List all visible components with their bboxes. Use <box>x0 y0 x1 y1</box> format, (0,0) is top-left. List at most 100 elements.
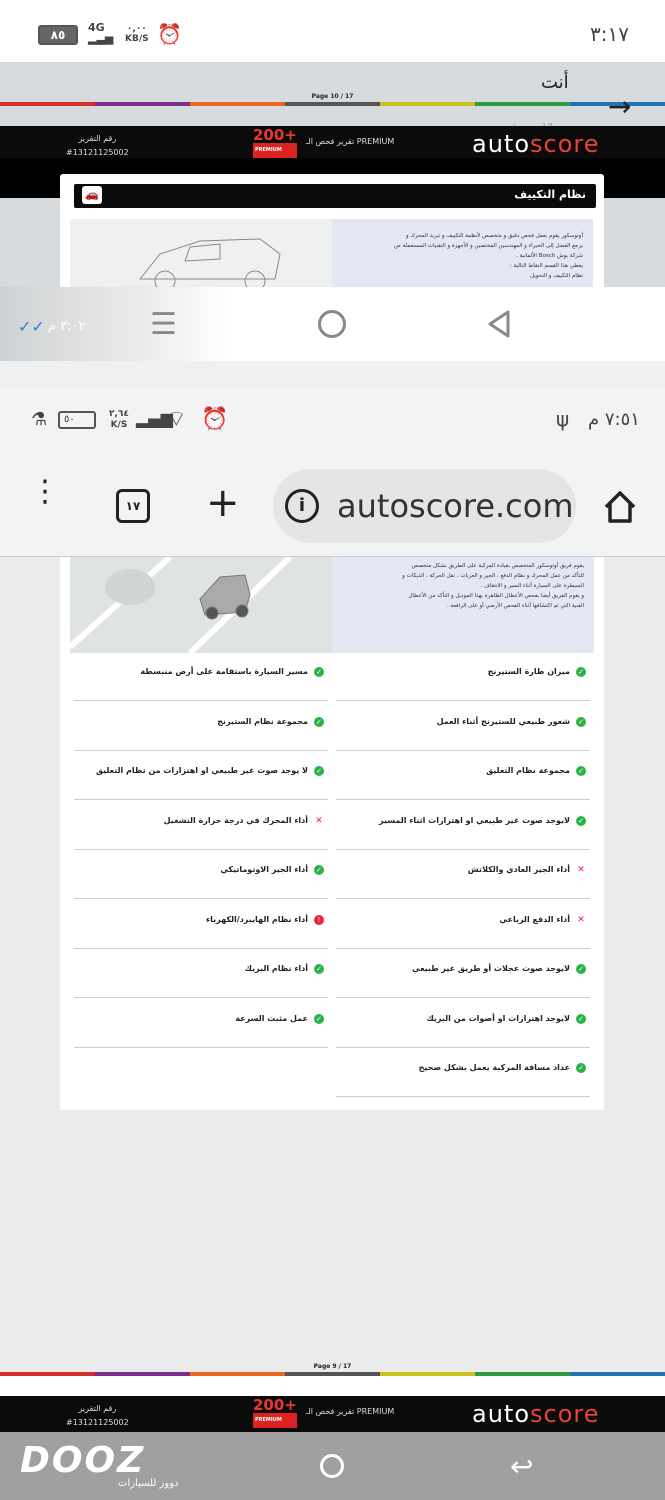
url-text[interactable]: autoscore.com <box>337 487 574 525</box>
inspection-item: ✓ شعور طبيعي للستيرنج أثناء العمل <box>336 703 590 751</box>
car-icon: 🚗 <box>82 186 102 204</box>
home-icon[interactable] <box>320 1454 344 1478</box>
cross-icon: ✕ <box>577 914 585 925</box>
address-bar[interactable]: i autoscore.com <box>273 469 576 543</box>
badge-200: 200+ PREMIUM <box>253 1398 297 1428</box>
color-stripe <box>0 102 665 106</box>
inspection-item-label: أداء المحرك في درجة حرارة التشغيل <box>163 815 308 825</box>
inspection-item-label: أداء الجير الاوتوماتيكي <box>220 865 308 874</box>
data-speed: ٢,٦٤ K/S <box>109 409 129 430</box>
info-icon[interactable]: i <box>285 489 319 523</box>
message-time: ٣:٠٢ م <box>48 319 86 334</box>
check-icon: ✓ <box>314 766 324 776</box>
inspection-item: ✓ ميزان طارة الستيرنج <box>336 653 590 701</box>
inspection-item: ✕ أداء الدفع الرباعي <box>336 901 590 949</box>
inspection-item: ✓ عداد مسافة المركبة يعمل بشكل صحيح <box>336 1049 590 1097</box>
page-footer: Page 9 / 17 autoscore تقرير فحص الـ PREM… <box>0 1363 665 1432</box>
dooz-logo: DOOZ <box>20 1440 146 1481</box>
inspection-item-label: ميزان طارة الستيرنج <box>487 667 570 676</box>
forward-arrow-icon[interactable]: → <box>608 90 631 123</box>
recent-apps-icon[interactable]: ☰ <box>150 307 177 342</box>
inspection-item: ✓ لايوجد صوت غير طبيعي او اهتزازات اثناء … <box>336 802 590 850</box>
battery-icon: ٨٥ <box>38 25 78 45</box>
report-number: رقم التقرير #13121125002 <box>66 1404 129 1427</box>
inspection-item-label: لايوجد اهتزازات او أصوات من البريك <box>426 1013 570 1023</box>
car-illustration <box>70 219 332 287</box>
back-icon[interactable] <box>486 309 512 343</box>
alarm-icon: ⏰ <box>201 407 229 432</box>
inspection-item-label: لا يوجد صوت غير طبيعي او اهتزازات من نظا… <box>95 766 308 775</box>
inspection-item-label: أداء الدفع الرباعي <box>499 914 570 924</box>
more-options-icon[interactable]: ⋮ <box>30 477 60 507</box>
new-tab-icon[interactable]: + <box>206 483 240 523</box>
wifi-icon: ⌔ <box>166 407 187 432</box>
report-header: autoscore تقرير فحص الـ PREMIUM 200+ PREM… <box>0 126 665 158</box>
inspection-item-label: مجموعة نظام التعليق <box>486 766 570 775</box>
cross-icon: ✕ <box>577 865 585 875</box>
system-nav-bar: DOOZ دووز للسيارات ↩ <box>0 1432 665 1500</box>
back-icon[interactable]: ↩ <box>510 1450 533 1483</box>
inspection-item: ! أداء نظام الهايبرد/الكهرباء <box>74 901 328 949</box>
check-icon: ✓ <box>576 964 586 974</box>
brand-logo: autoscore <box>472 1400 600 1428</box>
inspection-item: ✕ أداء الجير العادي والكلاتش <box>336 851 590 899</box>
check-icon: ✓ <box>314 667 324 677</box>
dooz-logo-subtitle: دووز للسيارات <box>118 1478 179 1489</box>
check-icon: ✓ <box>314 716 324 727</box>
battery-icon: ٥٠ <box>58 411 96 429</box>
divider <box>0 361 665 387</box>
lab-icon: ⚗ <box>31 409 48 430</box>
check-icon: ✓ <box>576 667 586 677</box>
premium-label: تقرير فحص الـ PREMIUM <box>306 137 395 146</box>
inspection-item: ✓ لا يوجد صوت غير طبيعي او اهتزازات من نظ… <box>74 752 328 800</box>
shared-screenshot[interactable]: Page 10 / 17 أنت → ١٦ صورة autoscore تقر… <box>0 62 665 287</box>
report-number: رقم التقرير #13121125002 <box>66 134 129 157</box>
color-stripe <box>0 1372 665 1376</box>
status-time: ٧:٥١ م <box>588 409 640 430</box>
inspection-item-label: لايوجد صوت غير طبيعي او اهتزازات اثناء ا… <box>379 815 570 825</box>
status-bar: ٨٥ 4G ▂▃▅ ٠,٠٠ KB/S ⏰ ٣:١٧ <box>0 0 665 62</box>
report-header: autoscore تقرير فحص الـ PREMIUM 200+ PREM… <box>0 1396 665 1432</box>
chat-nav-bar: ✓✓ ٣:٠٢ م ☰ <box>0 287 665 361</box>
check-icon: ✓ <box>576 766 586 776</box>
check-icon: ✓ <box>576 716 586 727</box>
inspection-item: ✓ لايوجد اهتزازات او أصوات من البريك <box>336 1000 590 1048</box>
double-check-icon: ✓✓ <box>18 317 45 336</box>
home-button-icon[interactable] <box>600 487 640 531</box>
alert-icon: ! <box>314 914 324 925</box>
inspection-item: ✓ عمل مثبت السرعة <box>74 1000 328 1048</box>
road-test-description: يقوم فريق أوتوسكور المتخصص بقيادة المركب… <box>332 557 594 653</box>
check-icon: ✓ <box>576 815 586 826</box>
check-icon: ✓ <box>314 865 324 875</box>
badge-200: 200+ PREMIUM <box>253 128 297 158</box>
inspection-item-label: أداء نظام الهايبرد/الكهرباء <box>206 914 308 924</box>
check-icon: ✓ <box>314 1013 324 1024</box>
inspection-item: ✓ مجموعة نظام الستيرنج <box>74 703 328 751</box>
tab-switcher-button[interactable]: ١٧ <box>116 489 150 523</box>
status-time: ٣:١٧ <box>590 22 629 46</box>
inspection-item: ✓ أداء الجير الاوتوماتيكي <box>74 851 328 899</box>
inspection-item-label: أداء نظام البريك <box>244 964 308 973</box>
inspection-item: ✕ أداء المحرك في درجة حرارة التشغيل <box>74 802 328 850</box>
premium-label: تقرير فحص الـ PREMIUM <box>306 1407 395 1416</box>
ac-description: أوتوسكور يقوم بعمل فحص دقيق و متخصص لأنظ… <box>332 219 593 287</box>
inspection-item-label: عمل مثبت السرعة <box>235 1013 308 1023</box>
inspection-item: ✓ لايوجد صوت عجلات أو طريق غير طبيعي <box>336 950 590 998</box>
ac-card-title: نظام التكييف <box>514 188 586 201</box>
contact-name: أنت <box>541 72 569 93</box>
page-label: Page 9 / 17 <box>313 1363 352 1370</box>
signal-icon: ▂▃▅ <box>88 32 114 45</box>
usb-icon: ψ <box>556 407 570 431</box>
inspection-item-label: مجموعة نظام الستيرنج <box>217 716 308 726</box>
check-icon: ✓ <box>576 1063 586 1073</box>
inspection-item-label: مسير السيارة باستقامة على أرض منبسطة <box>140 667 308 676</box>
ac-card-header: نظام التكييف 🚗 <box>74 184 596 208</box>
report-page: يقوم فريق أوتوسكور المتخصص بقيادة المركب… <box>0 554 665 1372</box>
inspection-item-label: عداد مسافة المركبة يعمل بشكل صحيح <box>418 1063 570 1072</box>
check-icon: ✓ <box>576 1013 586 1024</box>
home-icon[interactable] <box>318 310 346 338</box>
page-label: Page 10 / 17 <box>311 93 354 100</box>
browser-toolbar: ⋮ ١٧ + i autoscore.com <box>0 457 665 557</box>
check-icon: ✓ <box>314 964 324 974</box>
alarm-icon: ⏰ <box>157 22 182 46</box>
